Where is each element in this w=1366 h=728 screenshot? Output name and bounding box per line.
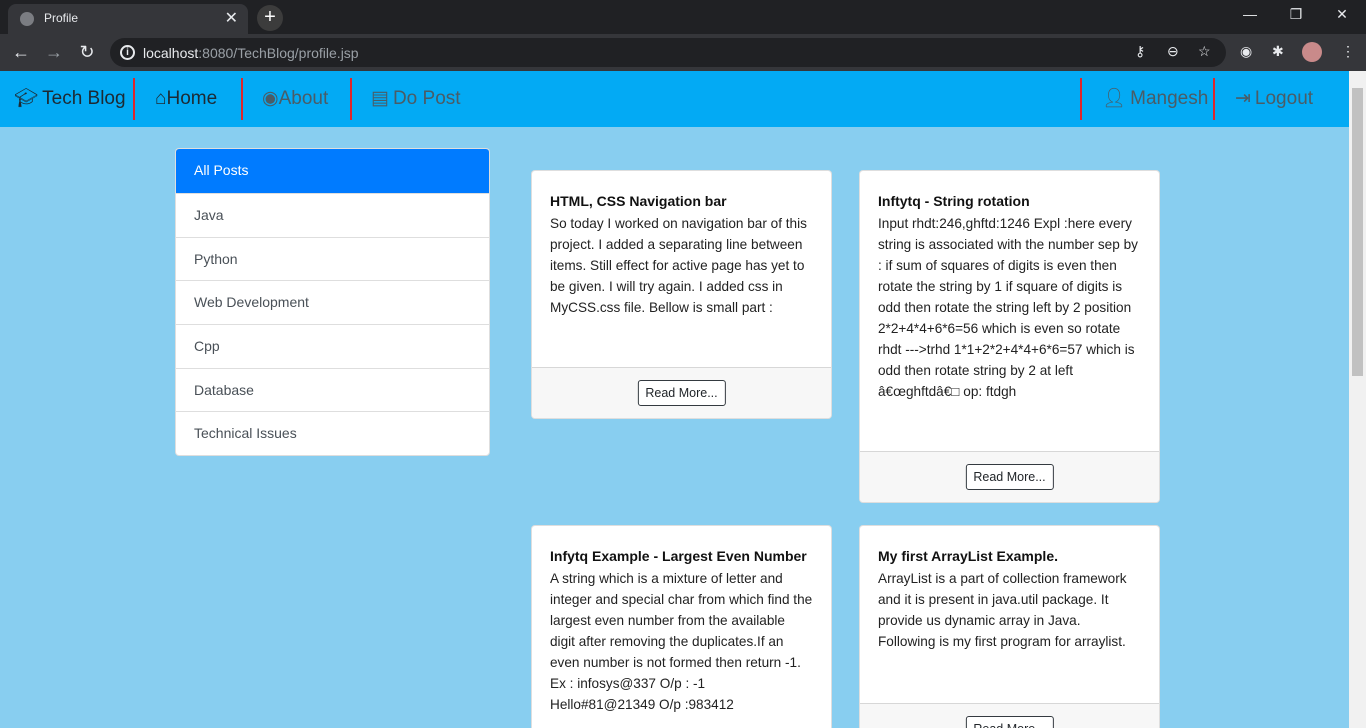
url-bar[interactable]: i localhost:8080/TechBlog/profile.jsp ⚷ … xyxy=(110,38,1226,67)
back-icon[interactable]: ← xyxy=(10,42,32,63)
key-icon[interactable]: ⚷ xyxy=(1135,43,1145,60)
category-python[interactable]: Python xyxy=(176,236,489,281)
file-icon: ▤ xyxy=(371,88,389,109)
post-title: Inftytq - String rotation xyxy=(878,193,1030,209)
post-title: My first ArrayList Example. xyxy=(878,548,1058,564)
user-circle-icon: ◉ xyxy=(262,88,279,109)
url-text[interactable]: localhost:8080/TechBlog/profile.jsp xyxy=(143,45,359,61)
extension-icon[interactable]: ◉ xyxy=(1240,43,1252,60)
nav-about[interactable]: ◉About xyxy=(262,71,328,127)
browser-tab-strip: Profile ✕ + — ❐ ✕ xyxy=(0,0,1366,34)
read-more-button[interactable]: Read More... xyxy=(965,464,1054,490)
post-excerpt: A string which is a mixture of letter an… xyxy=(550,571,813,712)
category-cpp[interactable]: Cpp xyxy=(176,324,489,368)
post-card: My first ArrayList Example. ArrayList is… xyxy=(859,525,1160,728)
post-card-footer: Read More... xyxy=(860,451,1159,502)
nav-do-post[interactable]: ▤ Do Post xyxy=(371,71,461,127)
post-excerpt: Input rhdt:246,ghftd:1246 Expl :here eve… xyxy=(878,216,1138,399)
bookmark-star-icon[interactable]: ☆ xyxy=(1198,43,1211,60)
menu-dots-icon[interactable]: ⋮ xyxy=(1341,43,1355,60)
graduation-cap-icon: 🎓︎ xyxy=(14,88,39,109)
address-toolbar: ← → ↻ i localhost:8080/TechBlog/profile.… xyxy=(0,34,1366,71)
category-list: All Posts Java Python Web Development Cp… xyxy=(175,148,490,457)
tab-title: Profile xyxy=(44,11,79,25)
post-card: Infytq Example - Largest Even Number A s… xyxy=(531,525,832,728)
post-card-footer: Read More... xyxy=(860,703,1159,728)
new-tab-button[interactable]: + xyxy=(257,5,283,31)
site-info-icon[interactable]: i xyxy=(120,45,135,60)
close-tab-icon[interactable]: ✕ xyxy=(225,8,238,28)
reload-icon[interactable]: ↻ xyxy=(76,42,98,63)
post-title: Infytq Example - Largest Even Number xyxy=(550,548,807,564)
read-more-button[interactable]: Read More... xyxy=(965,716,1054,728)
logout-icon: ⇥ xyxy=(1235,88,1251,109)
minimize-icon[interactable]: — xyxy=(1230,6,1270,22)
nav-logout[interactable]: ⇥ Logout xyxy=(1235,71,1313,127)
globe-icon xyxy=(20,12,34,26)
post-title: HTML, CSS Navigation bar xyxy=(550,193,727,209)
nav-home[interactable]: ⌂Home xyxy=(155,71,217,127)
read-more-button[interactable]: Read More... xyxy=(637,380,726,406)
nav-separator xyxy=(241,78,243,120)
category-web-development[interactable]: Web Development xyxy=(176,280,489,324)
category-java[interactable]: Java xyxy=(176,193,489,237)
profile-avatar[interactable] xyxy=(1302,42,1322,62)
post-card-footer: Read More... xyxy=(532,367,831,418)
nav-separator xyxy=(1080,78,1082,120)
restore-icon[interactable]: ❐ xyxy=(1276,6,1316,23)
nav-separator xyxy=(350,78,352,120)
zoom-icon[interactable]: ⊖ xyxy=(1167,43,1179,60)
close-window-icon[interactable]: ✕ xyxy=(1322,6,1362,23)
main-navbar: 🎓︎ Tech Blog ⌂Home ◉About ▤ Do Post 👤︎ Mang… xyxy=(0,71,1366,127)
post-card: HTML, CSS Navigation bar So today I work… xyxy=(531,170,832,419)
category-database[interactable]: Database xyxy=(176,367,489,412)
scrollbar-thumb[interactable] xyxy=(1352,88,1363,376)
category-technical-issues[interactable]: Technical Issues xyxy=(176,411,489,455)
nav-separator xyxy=(1213,78,1215,120)
category-all-posts[interactable]: All Posts xyxy=(176,149,489,193)
post-card: Inftytq - String rotation Input rhdt:246… xyxy=(859,170,1160,503)
post-excerpt: ArrayList is a part of collection framew… xyxy=(878,571,1127,649)
post-excerpt: So today I worked on navigation bar of t… xyxy=(550,216,807,315)
nav-user[interactable]: 👤︎ Mangesh xyxy=(1102,71,1208,127)
puzzle-icon[interactable]: ✱ xyxy=(1272,43,1284,60)
brand-link[interactable]: 🎓︎ Tech Blog xyxy=(14,71,126,127)
user-icon: 👤︎ xyxy=(1102,88,1127,109)
nav-separator xyxy=(133,78,135,120)
forward-icon[interactable]: → xyxy=(43,42,65,63)
home-icon: ⌂ xyxy=(155,88,167,109)
browser-tab[interactable]: Profile ✕ xyxy=(8,4,248,34)
